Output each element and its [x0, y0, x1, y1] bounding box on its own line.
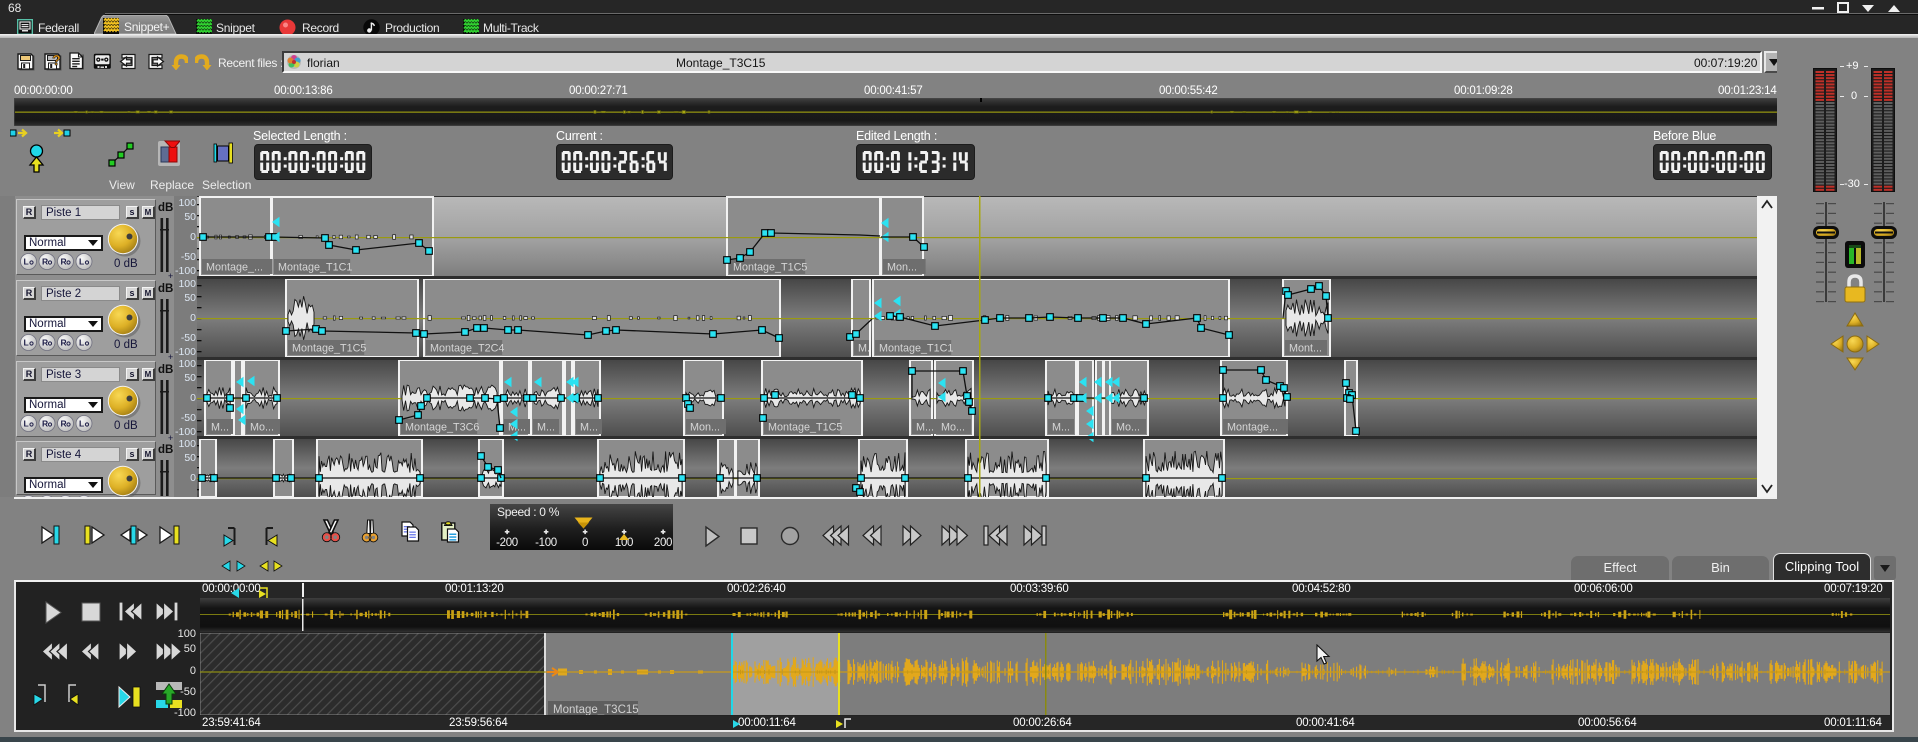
svg-text:M...: M...	[1052, 422, 1070, 434]
svg-text:-200: -200	[496, 537, 518, 549]
svg-text:R: R	[61, 257, 67, 267]
svg-text:M...: M...	[580, 422, 598, 434]
svg-text:+: +	[168, 352, 173, 362]
svg-text:+: +	[168, 271, 173, 281]
svg-text:Speed : 0 %: Speed : 0 %	[497, 505, 560, 519]
svg-text:L: L	[79, 338, 84, 348]
svg-text:L: L	[24, 338, 29, 348]
svg-text:R: R	[42, 338, 48, 348]
svg-text:L: L	[79, 419, 84, 429]
svg-text:L: L	[24, 257, 29, 267]
svg-text:R: R	[42, 419, 48, 429]
svg-text:Montage_T2C4: Montage_T2C4	[430, 343, 504, 355]
svg-text:200: 200	[654, 537, 672, 549]
svg-text:Mo...: Mo...	[1116, 422, 1140, 434]
svg-text:Mon...: Mon...	[887, 262, 917, 274]
svg-text:R: R	[61, 338, 67, 348]
svg-text:+: +	[168, 433, 173, 443]
svg-text:Montage_T3C15: Montage_T3C15	[553, 704, 639, 715]
svg-text:Montage_T1C5: Montage_T1C5	[292, 343, 366, 355]
svg-text:M...: M...	[916, 422, 934, 434]
svg-text:Montage_T1C5: Montage_T1C5	[733, 262, 807, 274]
svg-text:Montage_T1C1: Montage_T1C1	[278, 262, 352, 274]
svg-text:Mo...: Mo...	[941, 422, 965, 434]
svg-text:Mo...: Mo...	[250, 422, 274, 434]
svg-text:Montage_T1C5: Montage_T1C5	[768, 422, 842, 434]
svg-text:M.: M.	[858, 343, 870, 355]
svg-text:M...: M...	[537, 422, 555, 434]
svg-text:-100: -100	[535, 537, 557, 549]
svg-text:Montage_...: Montage_...	[206, 262, 263, 274]
svg-text:Montage_T1C1: Montage_T1C1	[879, 343, 953, 355]
svg-text:R: R	[42, 257, 48, 267]
svg-text:Mont...: Mont...	[1289, 343, 1322, 355]
svg-text:Montage_T3C6: Montage_T3C6	[405, 422, 479, 434]
svg-text:R: R	[61, 419, 67, 429]
svg-text:L: L	[24, 419, 29, 429]
svg-text:Montage...: Montage...	[1227, 422, 1278, 434]
svg-text:L: L	[79, 257, 84, 267]
svg-text:M...: M...	[211, 422, 229, 434]
svg-text:0: 0	[582, 537, 588, 549]
svg-text:Mon...: Mon...	[690, 422, 720, 434]
